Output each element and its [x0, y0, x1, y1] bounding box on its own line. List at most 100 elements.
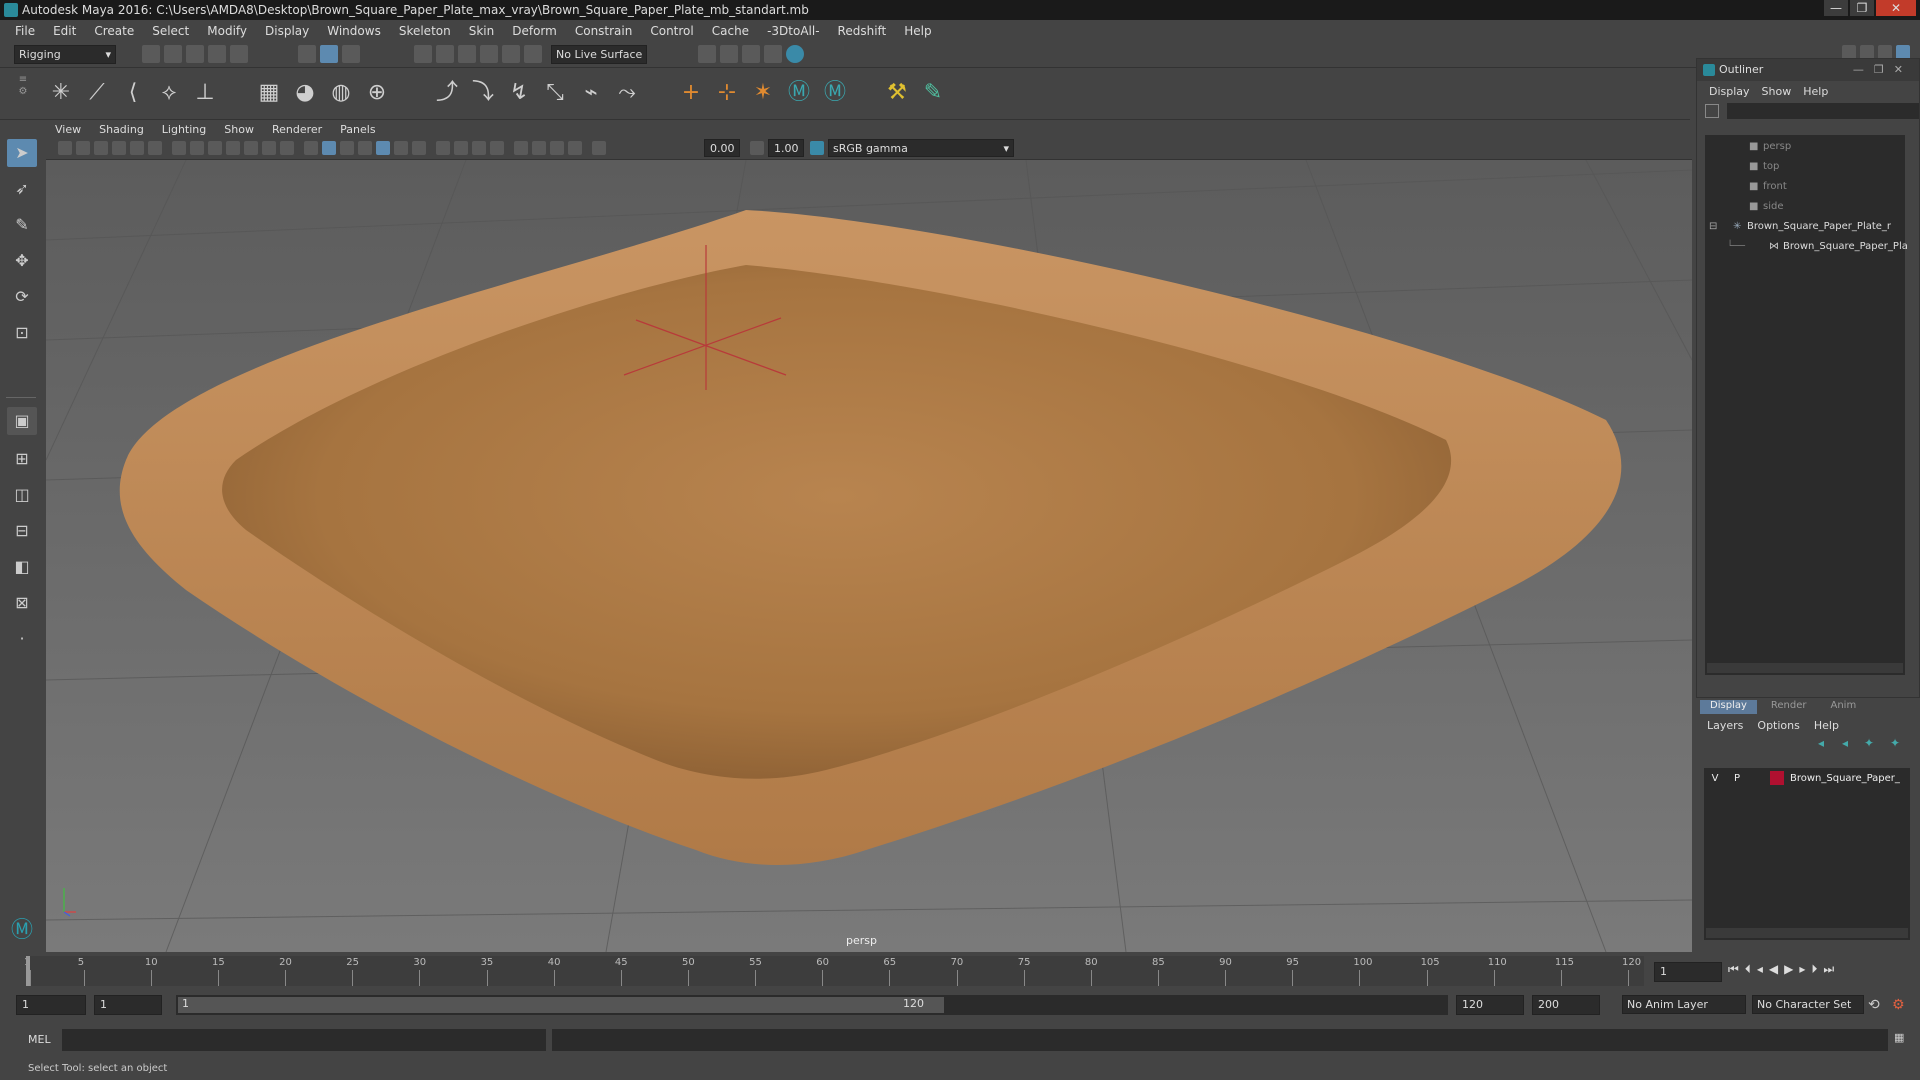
menu-constrain[interactable]: Constrain	[566, 24, 642, 38]
wireframe-icon[interactable]	[304, 141, 318, 155]
layer-color-swatch[interactable]	[1770, 771, 1784, 785]
field-chart-icon[interactable]	[244, 141, 258, 155]
bookmark-icon[interactable]	[94, 141, 108, 155]
smooth-shade-icon[interactable]	[322, 141, 336, 155]
use-all-lights-icon[interactable]	[394, 141, 408, 155]
select-by-component-icon[interactable]	[342, 45, 360, 63]
redo-icon[interactable]	[230, 45, 248, 63]
outliner-menu-help[interactable]: Help	[1797, 85, 1834, 98]
menu-help[interactable]: Help	[895, 24, 940, 38]
select-by-hierarchy-icon[interactable]	[298, 45, 316, 63]
screen-space-ao-icon[interactable]	[436, 141, 450, 155]
menu-edit[interactable]: Edit	[44, 24, 85, 38]
depth-of-field-icon[interactable]	[490, 141, 504, 155]
menu-windows[interactable]: Windows	[318, 24, 390, 38]
ipr-render-icon[interactable]	[720, 45, 738, 63]
layer-menu-options[interactable]: Options	[1750, 719, 1806, 732]
ik-handle-icon[interactable]: ⟋	[82, 78, 112, 108]
save-scene-icon[interactable]	[186, 45, 204, 63]
menu-skin[interactable]: Skin	[460, 24, 504, 38]
lasso-tool-icon[interactable]: ➶	[7, 175, 37, 203]
undo-icon[interactable]	[208, 45, 226, 63]
step-back-key-icon[interactable]: ⏴	[1745, 962, 1751, 977]
gate-mask-icon[interactable]	[226, 141, 240, 155]
textured-icon[interactable]	[376, 141, 390, 155]
menu-cache[interactable]: Cache	[703, 24, 758, 38]
exposure-icon[interactable]	[592, 141, 606, 155]
script-editor-icon[interactable]: ▦	[1894, 1031, 1904, 1044]
color-management-icon[interactable]	[810, 141, 824, 155]
aim-constraint-icon[interactable]: ⊹	[712, 78, 742, 108]
safe-title-icon[interactable]	[280, 141, 294, 155]
go-to-bind-pose-icon[interactable]: ⤳	[612, 78, 642, 108]
film-gate-icon[interactable]	[190, 141, 204, 155]
snap-curve-icon[interactable]	[436, 45, 454, 63]
interactive-bind-icon[interactable]: ↯	[504, 78, 534, 108]
camera-attributes-icon[interactable]	[76, 141, 90, 155]
point-constraint-icon[interactable]: +	[676, 78, 706, 108]
scale-tool-icon[interactable]: ⊡	[7, 319, 37, 347]
outliner-menu-show[interactable]: Show	[1756, 85, 1798, 98]
grease-pencil-icon[interactable]	[148, 141, 162, 155]
menu-file[interactable]: File	[6, 24, 44, 38]
smooth-bind-icon[interactable]: ⤵	[468, 78, 498, 108]
layer-visibility-toggle[interactable]: V	[1704, 773, 1726, 784]
tab-anim[interactable]: Anim	[1820, 700, 1866, 714]
lattice-icon[interactable]: ▦	[254, 78, 284, 108]
collapse-icon[interactable]: ⊟	[1709, 221, 1733, 232]
menu-3dtoall[interactable]: -3DtoAll-	[758, 24, 828, 38]
layer-name[interactable]: Brown_Square_Paper_	[1790, 773, 1900, 784]
playback-start-field[interactable]: 1	[94, 995, 162, 1015]
menu-display[interactable]: Display	[256, 24, 318, 38]
orient-joint-icon[interactable]: ⊥	[190, 78, 220, 108]
wrap-deformer-icon[interactable]: ◍	[326, 78, 356, 108]
select-by-object-icon[interactable]	[320, 45, 338, 63]
range-slider-handle[interactable]: 1 120	[178, 997, 944, 1013]
hypershade-icon[interactable]	[764, 45, 782, 63]
menu-select[interactable]: Select	[143, 24, 198, 38]
gamma-icon[interactable]	[750, 141, 764, 155]
outliner-item-mesh[interactable]: └── ⋈ Brown_Square_Paper_Pla	[1727, 241, 1908, 252]
render-view-icon[interactable]	[786, 45, 804, 63]
new-layer-selected-icon[interactable]: ✦	[1890, 736, 1900, 750]
anti-aliasing-icon[interactable]	[472, 141, 486, 155]
animation-preferences-icon[interactable]: ⚙	[1892, 997, 1905, 1013]
move-layer-down-icon[interactable]: ◂	[1842, 736, 1848, 750]
menu-redshift[interactable]: Redshift	[829, 24, 896, 38]
rotate-tool-icon[interactable]: ⟳	[7, 283, 37, 311]
shelf-options-icon[interactable]: ≡ ⚙	[16, 74, 30, 114]
menu-create[interactable]: Create	[85, 24, 143, 38]
step-forward-key-icon[interactable]: ⏵	[1811, 962, 1817, 977]
outliner-search-input[interactable]	[1727, 103, 1919, 119]
outliner-window-buttons[interactable]: —❐✕	[1853, 59, 1913, 81]
detach-skin-icon[interactable]: ⌁	[576, 78, 606, 108]
paint-skin-icon[interactable]: ✎	[918, 78, 948, 108]
layer-playback-toggle[interactable]: P	[1726, 773, 1748, 784]
mirror-joint-icon[interactable]: ⟡	[154, 78, 184, 108]
menu-skeleton[interactable]: Skeleton	[390, 24, 460, 38]
close-button[interactable]: ✕	[1876, 0, 1916, 16]
animation-start-field[interactable]: 1	[16, 995, 86, 1015]
step-back-frame-icon[interactable]: ◂	[1757, 962, 1763, 977]
orient-constraint-icon[interactable]: ✶	[748, 78, 778, 108]
anim-layer-dropdown[interactable]: No Anim Layer	[1622, 995, 1746, 1014]
step-forward-frame-icon[interactable]: ▸	[1799, 962, 1805, 977]
layer-menu-help[interactable]: Help	[1807, 719, 1846, 732]
filter-icon[interactable]	[1705, 104, 1719, 118]
outliner-item-side[interactable]: ■ side	[1749, 201, 1784, 212]
snap-vertex-icon[interactable]	[524, 45, 542, 63]
move-layer-up-icon[interactable]: ◂	[1818, 736, 1824, 750]
four-view-layout-icon[interactable]: ⊞	[7, 445, 37, 473]
menu-control[interactable]: Control	[641, 24, 702, 38]
xray-components-icon[interactable]	[568, 141, 582, 155]
gamma-field[interactable]: 1.00	[768, 139, 804, 157]
sculpt-deformer-icon[interactable]: ⊕	[362, 78, 392, 108]
range-slider[interactable]: 1 120	[176, 995, 1448, 1015]
go-to-start-icon[interactable]: ⏮	[1728, 962, 1739, 977]
tab-display[interactable]: Display	[1700, 700, 1757, 714]
hik-character-icon[interactable]: Ⓜ	[820, 78, 850, 108]
select-tool-icon[interactable]: ➤	[7, 139, 37, 167]
render-frame-icon[interactable]	[698, 45, 716, 63]
outliner-item-group[interactable]: ⊟ ✳ Brown_Square_Paper_Plate_r	[1709, 221, 1891, 232]
snap-grid-icon[interactable]	[414, 45, 432, 63]
